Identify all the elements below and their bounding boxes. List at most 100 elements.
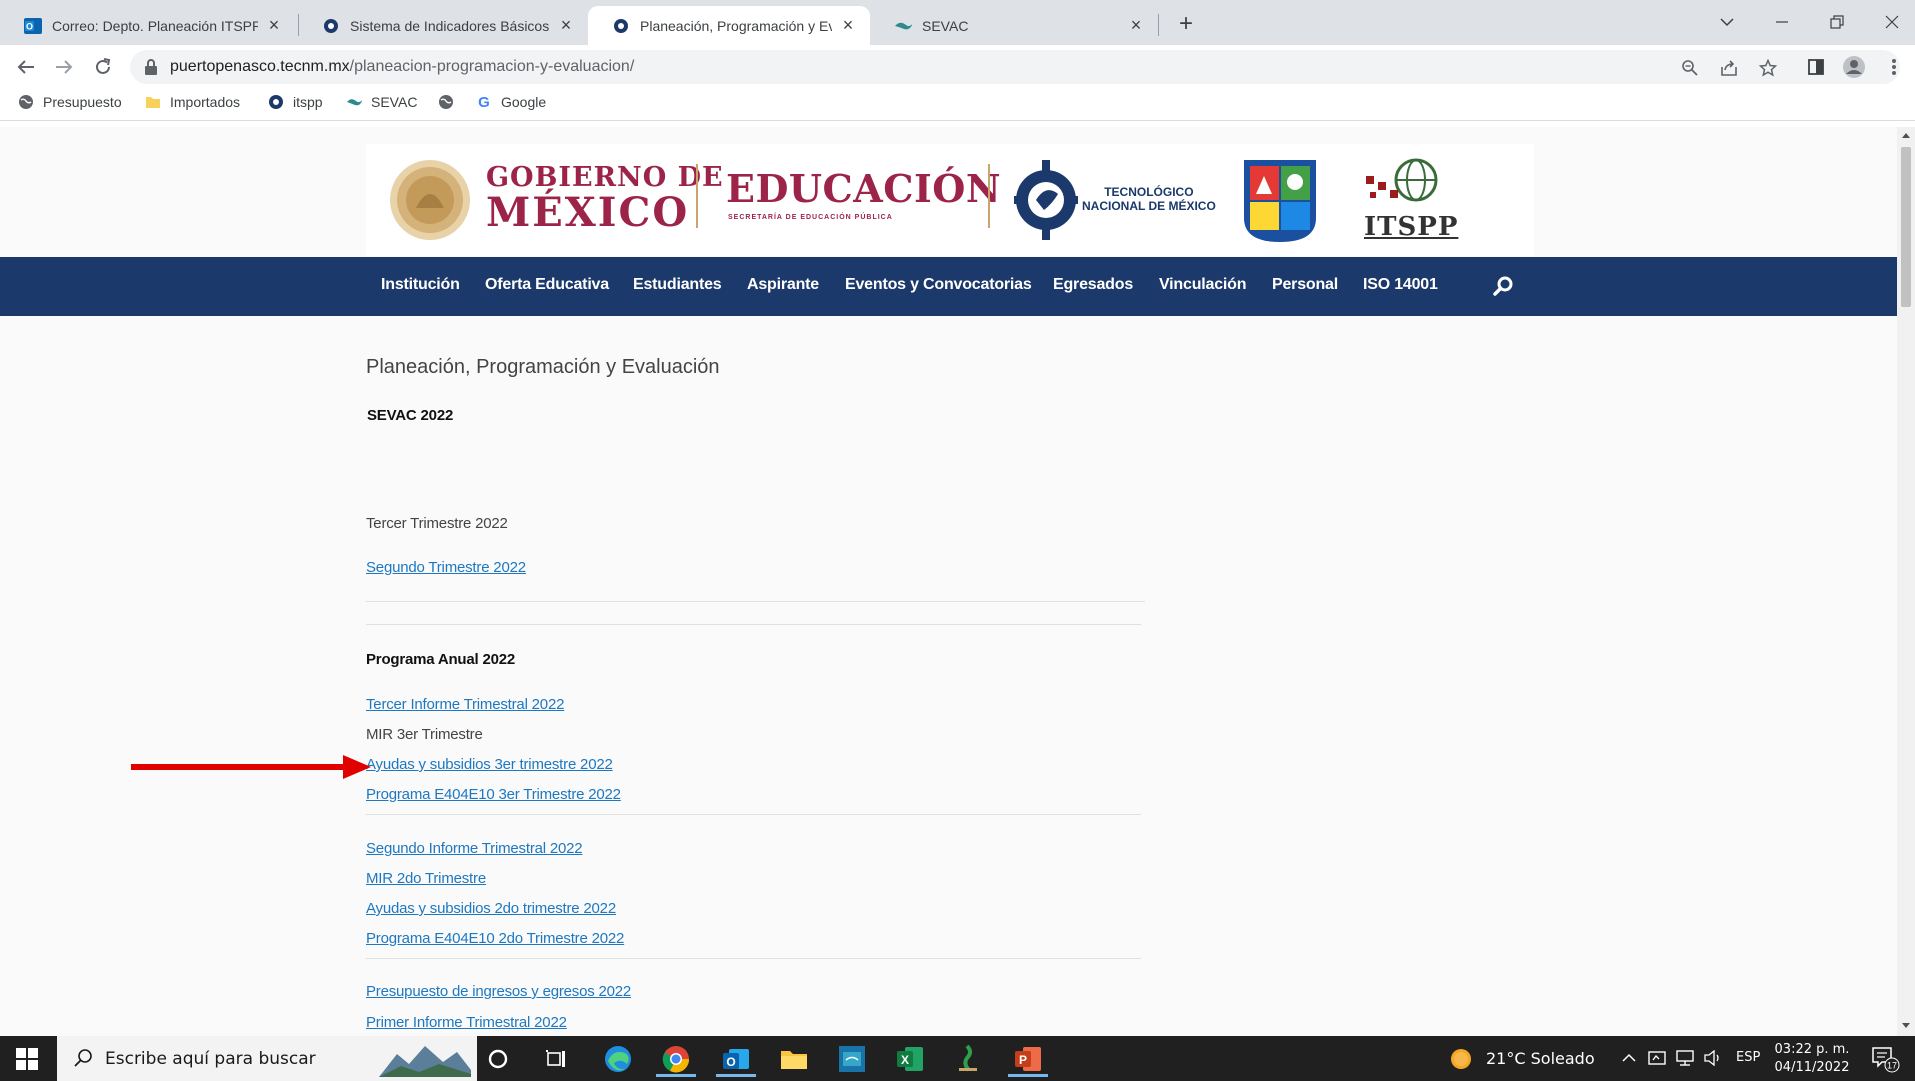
- language-indicator[interactable]: ESP: [1736, 1050, 1760, 1065]
- chrome-icon[interactable]: [652, 1040, 700, 1077]
- tab-planeacion[interactable]: Planeación, Programación y Evaluación ×: [588, 6, 870, 45]
- divider: [366, 814, 1141, 815]
- address-bar[interactable]: puertopenasco.tecnm.mx/planeacion-progra…: [130, 50, 1900, 84]
- sevac-icon: [894, 17, 912, 35]
- tecnm-icon: [268, 94, 284, 110]
- divider: [366, 624, 1141, 625]
- svg-text:X: X: [901, 1053, 909, 1067]
- segundo-informe-link[interactable]: Segundo Informe Trimestral 2022: [366, 840, 583, 857]
- windows-start-icon[interactable]: [16, 1048, 38, 1070]
- ayudas-3er-link[interactable]: Ayudas y subsidios 3er trimestre 2022: [366, 756, 613, 773]
- system-clock[interactable]: 03:22 p. m. 04/11/2022: [1772, 1041, 1852, 1077]
- back-icon[interactable]: [12, 53, 40, 81]
- notifications-icon[interactable]: 17: [1870, 1045, 1900, 1073]
- url-path: /planeacion-programacion-y-evaluacion/: [349, 58, 635, 75]
- ayudas-2do-link[interactable]: Ayudas y subsidios 2do trimestre 2022: [366, 900, 616, 917]
- tercer-informe-link[interactable]: Tercer Informe Trimestral 2022: [366, 696, 564, 713]
- nav-vinculacion[interactable]: Vinculación: [1159, 276, 1247, 294]
- bookmarks-bar: Presupuesto Importados itspp SEVAC G Goo…: [0, 89, 1915, 121]
- taskbar-search-box[interactable]: Escribe aquí para buscar: [57, 1036, 477, 1081]
- header-divider: [696, 164, 698, 228]
- nav-aspirante[interactable]: Aspirante: [747, 276, 819, 294]
- new-tab-button[interactable]: +: [1172, 10, 1200, 38]
- forward-icon[interactable]: [50, 53, 78, 81]
- bookmark-google[interactable]: G Google: [476, 94, 546, 110]
- profile-avatar-icon[interactable]: [1840, 53, 1868, 81]
- tab-indicadores[interactable]: Sistema de Indicadores Básicos ×: [298, 6, 588, 45]
- bookmark-importados[interactable]: Importados: [145, 94, 240, 110]
- bookmark-itspp[interactable]: itspp: [268, 94, 323, 110]
- close-tab-icon[interactable]: ×: [838, 15, 858, 36]
- institution-header: GOBIERNO DE MÉXICO EDUCACIÓN SECRETARÍA …: [366, 144, 1534, 256]
- restore-icon[interactable]: [1822, 8, 1852, 36]
- tab-search-chevron-icon[interactable]: [1712, 8, 1742, 36]
- close-tab-icon[interactable]: ×: [556, 15, 576, 36]
- svg-text:O: O: [726, 1055, 735, 1069]
- programa-2do-link[interactable]: Programa E404E10 2do Trimestre 2022: [366, 930, 624, 947]
- close-tab-icon[interactable]: ×: [1126, 15, 1146, 36]
- tecnm-icon: [322, 17, 340, 35]
- nav-eventos-convocatorias[interactable]: Eventos y Convocatorias: [845, 276, 1032, 294]
- nav-estudiantes[interactable]: Estudiantes: [633, 276, 722, 294]
- share-icon[interactable]: [1717, 56, 1741, 80]
- bookmark-label: Google: [501, 94, 547, 110]
- close-window-icon[interactable]: [1877, 8, 1907, 36]
- tab-sevac[interactable]: SEVAC ×: [870, 6, 1158, 45]
- powerpoint-icon[interactable]: P: [1004, 1040, 1052, 1077]
- bookmark-globe[interactable]: [438, 94, 463, 110]
- scrollbar-thumb[interactable]: [1901, 147, 1911, 307]
- nav-iso-14001[interactable]: ISO 14001: [1363, 276, 1438, 294]
- tab-title: Planeación, Programación y Evaluación: [640, 17, 832, 34]
- clock-time: 03:22 p. m.: [1774, 1042, 1850, 1057]
- tecnm-icon: [612, 17, 630, 35]
- scroll-down-icon[interactable]: [1902, 1023, 1910, 1028]
- task-view-icon[interactable]: [532, 1040, 580, 1077]
- scroll-up-icon[interactable]: [1902, 133, 1910, 138]
- weather-sun-icon[interactable]: [1450, 1048, 1472, 1070]
- presupuesto-link[interactable]: Presupuesto de ingresos y egresos 2022: [366, 983, 631, 1000]
- side-panel-icon[interactable]: [1802, 53, 1830, 81]
- tercer-trimestre-text: Tercer Trimestre 2022: [366, 515, 508, 532]
- mexico-seal-icon: [390, 160, 470, 240]
- app-green-figure-icon[interactable]: [944, 1040, 992, 1077]
- programa-3er-link[interactable]: Programa E404E10 3er Trimestre 2022: [366, 786, 621, 803]
- volume-icon[interactable]: [1702, 1047, 1724, 1069]
- lock-icon[interactable]: [144, 58, 158, 76]
- nav-egresados[interactable]: Egresados: [1053, 276, 1133, 294]
- bookmark-presupuesto[interactable]: Presupuesto: [18, 94, 122, 110]
- nav-institucion[interactable]: Institución: [381, 276, 460, 294]
- segundo-trimestre-link[interactable]: Segundo Trimestre 2022: [366, 559, 526, 576]
- bookmark-sevac[interactable]: SEVAC: [346, 94, 417, 110]
- mir-2do-link[interactable]: MIR 2do Trimestre: [366, 870, 486, 887]
- bookmark-star-icon[interactable]: [1756, 56, 1780, 80]
- divider: [366, 601, 1145, 602]
- main-navigation: Institución Oferta Educativa Estudiantes…: [0, 257, 1897, 316]
- excel-icon[interactable]: X: [886, 1040, 934, 1077]
- weather-text[interactable]: 21°C Soleado: [1486, 1049, 1595, 1068]
- edge-icon[interactable]: [594, 1040, 642, 1077]
- tecnm-line1: TECNOLÓGICO: [1104, 185, 1194, 199]
- file-explorer-icon[interactable]: [770, 1040, 818, 1077]
- outlook-taskbar-icon[interactable]: O: [712, 1040, 760, 1077]
- page-scrollbar[interactable]: [1897, 127, 1915, 1036]
- tray-chevron-up-icon[interactable]: [1618, 1047, 1640, 1069]
- tray-app-icon[interactable]: [1646, 1047, 1668, 1069]
- close-tab-icon[interactable]: ×: [264, 15, 284, 36]
- menu-kebab-icon[interactable]: [1880, 53, 1908, 81]
- app-teal-icon[interactable]: [828, 1040, 876, 1077]
- bookmark-label: SEVAC: [371, 94, 418, 110]
- cortana-icon[interactable]: [474, 1040, 522, 1077]
- itspp-logo-text: ITSPP: [1364, 212, 1459, 242]
- primer-informe-link[interactable]: Primer Informe Trimestral 2022: [366, 1014, 567, 1031]
- network-icon[interactable]: [1674, 1047, 1696, 1069]
- minimize-icon[interactable]: [1767, 8, 1797, 36]
- educacion-logo-text: EDUCACIÓN: [726, 166, 1002, 211]
- sevac-icon: [346, 94, 362, 110]
- reload-icon[interactable]: [89, 53, 117, 81]
- nav-oferta-educativa[interactable]: Oferta Educativa: [485, 276, 609, 294]
- gobierno-logo-text: GOBIERNO DE MÉXICO: [486, 164, 724, 233]
- tab-correo[interactable]: O Correo: Depto. Planeación ITSPP ×: [0, 6, 296, 45]
- zoom-icon[interactable]: [1678, 56, 1702, 80]
- nav-personal[interactable]: Personal: [1272, 276, 1338, 294]
- search-icon[interactable]: [1492, 275, 1514, 297]
